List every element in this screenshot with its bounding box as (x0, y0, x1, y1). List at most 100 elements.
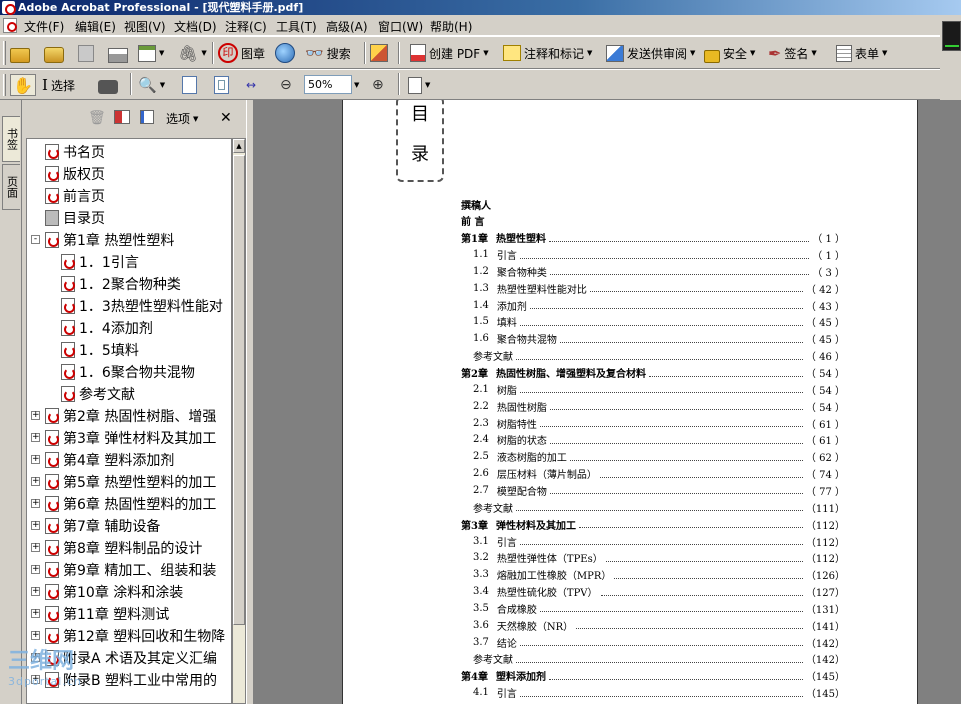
toc-entry[interactable]: 2.3 树脂特性 （ 61 ） (461, 415, 845, 431)
bookmark-item[interactable]: 1．5填料 (61, 339, 139, 361)
zoom-in-tool-button[interactable]: 🔍 ▼ (138, 74, 165, 96)
menu-tools[interactable]: 工具(T) (276, 18, 317, 35)
comment-markup-button[interactable]: 注释和标记 ▼ (503, 42, 592, 64)
expand-icon[interactable]: + (31, 543, 40, 552)
menu-advanced[interactable]: 高级(A) (326, 18, 368, 35)
toc-entry[interactable]: 2.5 液态树脂的加工 （ 62 ） (461, 449, 845, 465)
expand-icon[interactable]: + (31, 433, 40, 442)
forms-button[interactable]: 表单 ▼ (836, 42, 887, 64)
menu-edit[interactable]: 编辑(E) (75, 18, 116, 35)
delete-bookmark-button[interactable]: 🗑 (88, 110, 106, 126)
document-view[interactable]: 目 录 撰稿人前 言第1章 热塑性塑料 （ 1 ） 1.1 引言 （ 1 ） 1.2 聚合物种… (254, 100, 961, 704)
toc-entry[interactable]: 1.2 聚合物种类 （ 3 ） (461, 263, 845, 279)
toc-entry[interactable]: 1.4 添加剂 （ 43 ） (461, 297, 845, 313)
scroll-up-arrow-icon[interactable]: ▲ (233, 139, 245, 153)
toc-entry[interactable]: 3.2 热塑性弹性体（TPEs） （112） (461, 550, 845, 566)
attach-button[interactable]: 🖇 ▼ (178, 42, 207, 64)
toc-entry[interactable]: 3.1 引言 （112） (461, 533, 845, 549)
toc-entry[interactable]: 2.2 热固性树脂 （ 54 ） (461, 398, 845, 414)
bookmark-item[interactable]: + 第2章 热固性树脂、增强 (31, 405, 216, 427)
expand-icon[interactable]: + (31, 477, 40, 486)
sign-button[interactable]: ✒ 签名 ▼ (768, 42, 817, 64)
snapshot-button[interactable] (98, 74, 118, 96)
bookmark-item[interactable]: - 第1章 热塑性塑料 (31, 229, 174, 251)
zoom-level-input[interactable] (304, 75, 352, 94)
bookmark-item[interactable]: + 第3章 弹性材料及其加工 (31, 427, 216, 449)
toc-entry[interactable]: 2.7 模塑配合物 （ 77 ） (461, 482, 845, 498)
actual-size-button[interactable] (182, 74, 197, 96)
zoom-in-button[interactable]: ⊕ (372, 74, 384, 96)
expand-icon[interactable]: + (31, 521, 40, 530)
tab-pages[interactable]: 页面 (2, 164, 20, 210)
print-button[interactable] (108, 42, 128, 64)
document-menu-icon[interactable] (3, 18, 17, 33)
expand-icon[interactable]: + (31, 565, 40, 574)
toc-entry[interactable]: 3.6 天然橡胶（NR） （141） (461, 617, 845, 633)
expand-icon[interactable]: + (31, 499, 40, 508)
bookmark-item[interactable]: 目录页 (45, 207, 105, 229)
bookmark-item[interactable]: 参考文献 (61, 383, 135, 405)
zoom-out-button[interactable]: ⊖ (280, 74, 292, 96)
bookmark-item[interactable]: + 第11章 塑料测试 (31, 603, 169, 625)
fit-page-button[interactable] (214, 74, 229, 96)
save-button[interactable] (78, 42, 94, 64)
toolbar-grip[interactable] (3, 41, 6, 65)
search-button[interactable]: 👓 搜索 (305, 42, 351, 64)
bookmark-item[interactable]: 1．4添加剂 (61, 317, 153, 339)
toc-entry[interactable]: 2.6 层压材料（薄片制品） （ 74 ） (461, 466, 845, 482)
menu-view[interactable]: 视图(V) (124, 18, 166, 35)
acrobat-app-icon[interactable] (2, 1, 16, 15)
toc-entry[interactable]: 4.1 引言 （145） (461, 685, 845, 701)
bookmark-item[interactable]: + 第4章 塑料添加剂 (31, 449, 174, 471)
bookmark-item[interactable]: + 第10章 涂料和涂装 (31, 581, 183, 603)
bookmark-item[interactable]: 版权页 (45, 163, 105, 185)
toc-entry[interactable]: 前 言 (461, 213, 845, 229)
tasks-button[interactable] (370, 42, 388, 64)
toc-entry[interactable]: 撰稿人 (461, 196, 845, 212)
bookmark-item[interactable]: + 第12章 塑料回收和生物降 (31, 625, 225, 647)
toc-entry[interactable]: 3.4 热塑性硫化胶（TPV） （127） (461, 584, 845, 600)
menu-file[interactable]: 文件(F) (24, 18, 64, 35)
toc-entry[interactable]: 1.5 填料 （ 45 ） (461, 314, 845, 330)
zoom-level-dropdown[interactable]: ▼ (354, 74, 359, 96)
toc-entry[interactable]: 1.1 引言 （ 1 ） (461, 247, 845, 263)
open-button[interactable] (10, 42, 30, 64)
menu-window[interactable]: 窗口(W) (378, 18, 423, 35)
hand-tool-button[interactable]: ✋ (10, 74, 36, 96)
bookmark-item[interactable]: 前言页 (45, 185, 105, 207)
toc-entry[interactable]: 3.7 结论 （142） (461, 634, 845, 650)
toc-entry[interactable]: 2.4 树脂的状态 （ 61 ） (461, 432, 845, 448)
expand-icon[interactable]: + (31, 631, 40, 640)
toc-entry[interactable]: 3.3 熔融加工性橡胶（MPR） （126） (461, 567, 845, 583)
bookmark-item[interactable]: 1．2聚合物种类 (61, 273, 181, 295)
toolbar-grip[interactable] (3, 74, 6, 96)
bookmarks-scrollbar[interactable]: ▲ (232, 138, 246, 704)
toc-entry[interactable]: 1.6 聚合物共混物 （ 45 ） (461, 331, 845, 347)
close-panel-button[interactable]: ✕ (220, 110, 232, 126)
toc-entry[interactable]: 参考文献 （ 46 ） (461, 348, 845, 364)
expand-bookmark-button[interactable] (140, 110, 154, 124)
stamp-button[interactable]: 印 图章 (218, 42, 265, 64)
organizer-button[interactable] (44, 42, 64, 64)
bookmark-item[interactable]: + 第9章 精加工、组装和装 (31, 559, 216, 581)
toc-entry[interactable]: 参考文献 （142） (461, 651, 845, 667)
tab-bookmarks[interactable]: 书签 (2, 116, 20, 162)
toc-entry[interactable]: 3.5 合成橡胶 （131） (461, 600, 845, 616)
fit-width-button[interactable]: ↔ (246, 74, 256, 96)
security-button[interactable]: 安全 ▼ (704, 42, 755, 64)
panel-splitter[interactable] (246, 100, 254, 704)
menu-document[interactable]: 文档(D) (174, 18, 217, 35)
web-button[interactable] (275, 42, 295, 64)
toc-entry[interactable]: 参考文献 （111） (461, 499, 845, 515)
options-menu-button[interactable]: 选项 ▼ (166, 110, 198, 127)
bookmark-item[interactable]: + 第7章 辅助设备 (31, 515, 160, 537)
create-pdf-button[interactable]: 创建 PDF ▼ (410, 42, 489, 64)
collapse-icon[interactable]: - (31, 235, 40, 244)
toc-entry[interactable]: 2.1 树脂 （ 54 ） (461, 381, 845, 397)
expand-icon[interactable]: + (31, 609, 40, 618)
expand-icon[interactable]: + (31, 455, 40, 464)
email-button[interactable]: ▼ (138, 42, 164, 64)
select-tool-button[interactable]: I 选择 (42, 74, 75, 96)
scrollbar-thumb[interactable] (233, 155, 245, 625)
toc-entry[interactable]: 1.3 热塑性塑料性能对比 （ 42 ） (461, 280, 845, 296)
